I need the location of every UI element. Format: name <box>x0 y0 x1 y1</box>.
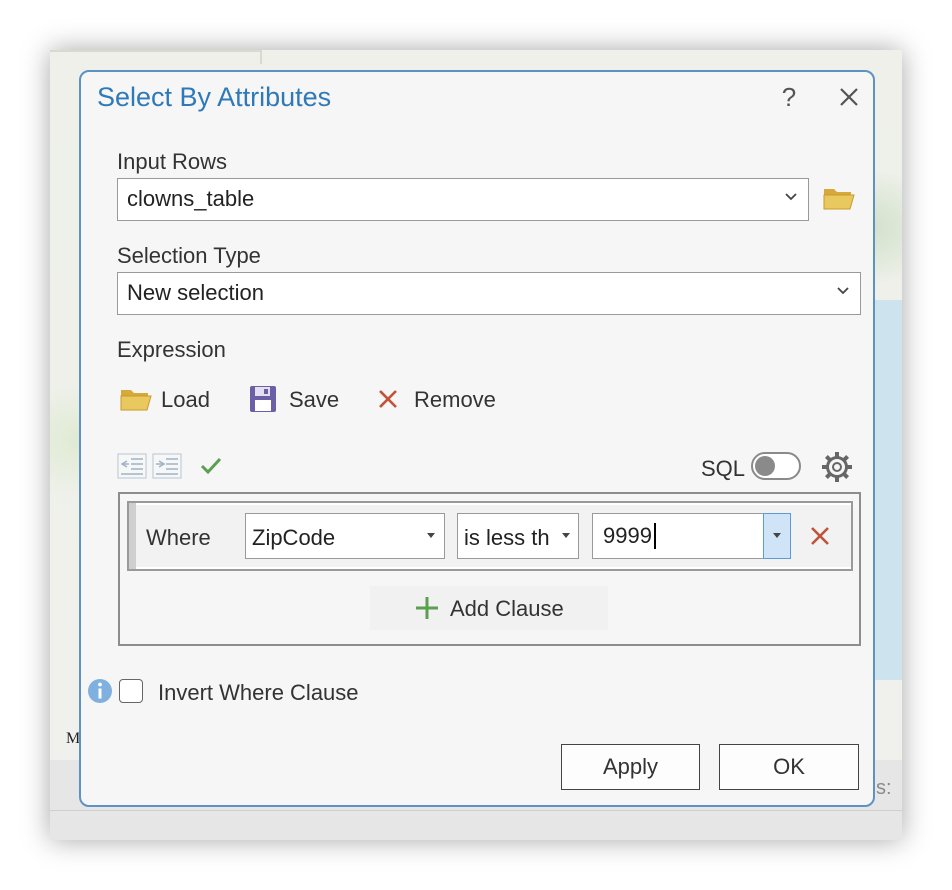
map-road <box>260 50 262 64</box>
outdent-icon <box>117 453 147 479</box>
info-button[interactable] <box>87 678 113 709</box>
chevron-down-icon <box>785 193 797 201</box>
input-rows-browse-button[interactable] <box>822 185 856 216</box>
plus-icon <box>416 597 438 619</box>
floppy-disk-icon <box>250 386 276 412</box>
clause-operator-value: is less th <box>464 525 550 550</box>
remove-clause-button[interactable] <box>809 525 831 552</box>
triangle-down-icon <box>562 533 570 538</box>
triangle-down-icon <box>427 533 435 538</box>
input-rows-value: clowns_table <box>127 186 255 211</box>
map-road <box>50 50 260 52</box>
help-button[interactable]: ? <box>777 80 801 114</box>
remove-label: Remove <box>414 387 496 412</box>
folder-icon <box>120 390 152 411</box>
clause-field-value: ZipCode <box>252 525 336 550</box>
text-caret <box>654 523 656 549</box>
x-icon <box>379 390 397 408</box>
clause-row: Where ZipCode is less th <box>127 501 853 571</box>
expression-label: Expression <box>117 337 226 362</box>
ok-button[interactable]: OK <box>719 744 859 790</box>
clause-operator-combo[interactable]: is less th <box>457 513 579 559</box>
save-label: Save <box>289 387 340 412</box>
sql-toggle[interactable] <box>751 452 801 480</box>
close-icon <box>840 88 858 106</box>
invert-where-clause-checkbox[interactable] <box>119 679 143 703</box>
info-icon <box>88 679 112 703</box>
add-clause-button[interactable]: Add Clause <box>370 586 608 630</box>
input-rows-label: Input Rows <box>117 149 228 174</box>
clause-drag-handle[interactable] <box>129 503 136 569</box>
clause-connector: Where <box>146 525 211 550</box>
close-button[interactable] <box>835 82 863 112</box>
verify-expression-button[interactable] <box>198 453 224 479</box>
clause-value-input[interactable] <box>593 514 761 558</box>
indent-button[interactable] <box>152 453 182 479</box>
selection-type-combo[interactable]: New selection <box>117 272 861 315</box>
indent-icon <box>152 453 182 479</box>
sql-toggle-knob <box>755 456 775 476</box>
clause-value-dropdown-button[interactable] <box>763 513 791 559</box>
gear-icon <box>822 452 852 482</box>
save-expression-button[interactable]: Save <box>247 383 347 417</box>
sql-label: SQL <box>701 456 746 481</box>
load-expression-button[interactable]: Load <box>117 383 217 417</box>
status-bar-divider <box>50 810 902 811</box>
clause-panel: Where ZipCode is less th 9999 Add Clause <box>118 492 861 646</box>
clause-value-combo[interactable] <box>592 513 791 559</box>
input-rows-combo[interactable]: clowns_table <box>117 178 809 221</box>
outdent-button[interactable] <box>117 453 147 479</box>
selection-type-label: Selection Type <box>117 243 261 268</box>
triangle-down-icon <box>773 533 781 538</box>
settings-button[interactable] <box>820 450 854 484</box>
apply-button[interactable]: Apply <box>561 744 700 790</box>
map-coordinates-label: s: <box>876 777 892 799</box>
invert-where-clause-label: Invert Where Clause <box>158 680 359 705</box>
checkmark-icon <box>200 457 222 475</box>
selection-type-value: New selection <box>127 280 264 305</box>
x-icon <box>811 527 829 545</box>
dialog-title: Select By Attributes <box>97 82 332 112</box>
select-by-attributes-dialog: Select By Attributes ? Input Rows clowns… <box>79 70 875 807</box>
folder-icon <box>823 189 855 210</box>
load-label: Load <box>161 387 210 412</box>
clause-field-combo[interactable]: ZipCode <box>245 513 445 559</box>
chevron-down-icon <box>837 287 849 295</box>
remove-expression-button[interactable]: Remove <box>375 383 505 417</box>
add-clause-label: Add Clause <box>450 596 564 621</box>
